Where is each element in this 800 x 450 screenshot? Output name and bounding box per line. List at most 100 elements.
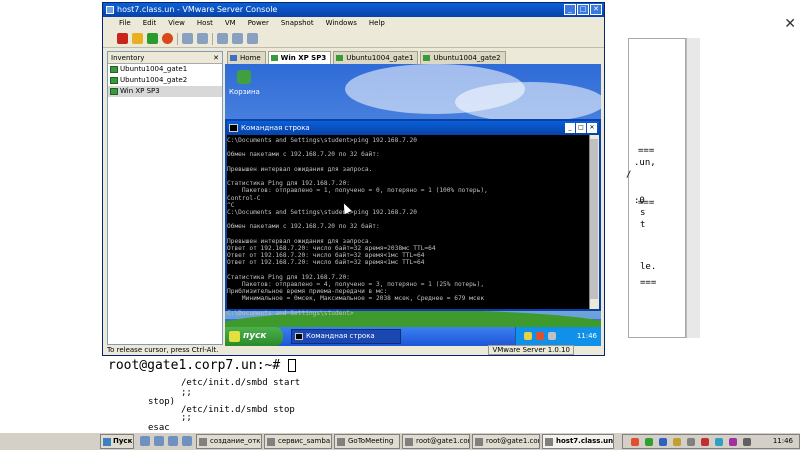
menu-host[interactable]: Host: [197, 17, 213, 30]
tray-icon[interactable]: [673, 438, 681, 446]
menu-snapshot[interactable]: Snapshot: [281, 17, 314, 30]
cmd-line: Превышен интервал ожидания для запроса.: [227, 237, 373, 245]
side-fragment: t: [640, 220, 646, 230]
snapshot-icon[interactable]: [182, 33, 193, 44]
window-icon: [545, 438, 553, 446]
tray-icon[interactable]: [631, 438, 639, 446]
guest-tray: 11:46: [515, 327, 601, 346]
power-off-icon[interactable]: [117, 33, 128, 44]
tray-icon[interactable]: [729, 438, 737, 446]
desktop-icon[interactable]: [154, 436, 164, 446]
host-task-button[interactable]: root@gate1.cor...: [472, 434, 540, 449]
status-hint: To release cursor, press Ctrl-Alt.: [107, 346, 219, 354]
script-line: /etc/init.d/smbd stop: [181, 405, 295, 415]
menu-windows[interactable]: Windows: [326, 17, 357, 30]
host-task-button[interactable]: создание_отк...: [196, 434, 262, 449]
inventory-item-gate2[interactable]: Ubuntu1004_gate2: [108, 75, 222, 86]
side-fragment: s: [640, 208, 646, 218]
menu-view[interactable]: View: [168, 17, 185, 30]
power-on-icon[interactable]: [147, 33, 158, 44]
vmware-window: host7.class.un - VMware Server Console _…: [102, 2, 605, 356]
guest-start-button[interactable]: пуск: [225, 327, 283, 346]
window-icon: [475, 438, 483, 446]
close-icon[interactable]: ✕: [590, 4, 602, 15]
tray-icon[interactable]: [715, 438, 723, 446]
menu-vm[interactable]: VM: [225, 17, 236, 30]
menu-edit[interactable]: Edit: [143, 17, 157, 30]
cmd-titlebar[interactable]: Командная строка _ □ ✕: [227, 121, 599, 135]
vm-icon: [423, 55, 431, 61]
tab-home[interactable]: Home: [227, 51, 266, 64]
guest-task-cmd[interactable]: Командная строка: [291, 329, 401, 344]
revert-icon[interactable]: [197, 33, 208, 44]
cmd-output[interactable]: C:\Documents and Settings\student>ping 1…: [227, 135, 599, 317]
tab-gate2[interactable]: Ubuntu1004_gate2: [420, 51, 506, 64]
inventory-item-winxp[interactable]: Win XP SP3: [108, 86, 222, 97]
cmd-line: C:\Documents and Settings\student>: [227, 309, 354, 317]
guest-taskbar: пуск Командная строка EN 11:46: [225, 327, 601, 346]
tray-icon[interactable]: [687, 438, 695, 446]
recycle-bin-icon[interactable]: [237, 70, 251, 84]
tab-gate1[interactable]: Ubuntu1004_gate1: [333, 51, 419, 64]
menu-help[interactable]: Help: [369, 17, 385, 30]
script-line: ;;: [181, 388, 192, 398]
vm-icon: [110, 88, 118, 95]
home-icon: [230, 55, 237, 61]
guest-clock: 11:46: [576, 332, 597, 340]
window-icon: [267, 438, 275, 446]
inventory-toggle-icon[interactable]: [217, 33, 228, 44]
inventory-close-icon[interactable]: ✕: [213, 52, 219, 64]
vmware-statusbar: To release cursor, press Ctrl-Alt. VMwar…: [103, 345, 604, 356]
side-fragment: :0: [634, 196, 645, 206]
ie-icon[interactable]: [140, 436, 150, 446]
menu-file[interactable]: File: [119, 17, 131, 30]
quick-switch-icon[interactable]: [247, 33, 258, 44]
reset-icon[interactable]: [162, 33, 173, 44]
vmware-titlebar[interactable]: host7.class.un - VMware Server Console _…: [103, 3, 604, 17]
cmd-minimize-icon[interactable]: _: [565, 123, 575, 133]
minimize-icon[interactable]: _: [564, 4, 576, 15]
media-icon[interactable]: [168, 436, 178, 446]
cmd-line: C:\Documents and Settings\student>ping 1…: [227, 209, 417, 217]
guest-screen[interactable]: Корзина Командная строка _ □ ✕ C:\Docume…: [225, 64, 601, 346]
cmd-text: C:\Documents and Settings\student>ping 1…: [227, 137, 589, 317]
cmd-window[interactable]: Командная строка _ □ ✕ C:\Documents and …: [225, 119, 601, 317]
vm-icon: [110, 66, 118, 73]
tray-icon[interactable]: [701, 438, 709, 446]
tray-icon[interactable]: [659, 438, 667, 446]
host-task-button[interactable]: GoToMeeting: [334, 434, 400, 449]
inventory-header: Inventory ✕: [108, 52, 222, 64]
network-icon[interactable]: [536, 332, 544, 340]
maximize-icon[interactable]: □: [577, 4, 589, 15]
host-scrollbar[interactable]: [686, 38, 700, 338]
status-version: VMware Server 1.0.10: [488, 345, 574, 355]
shield-icon[interactable]: [524, 332, 532, 340]
cmd-icon: [229, 124, 238, 132]
host-start-button[interactable]: Пуск: [100, 434, 134, 449]
menu-power[interactable]: Power: [248, 17, 269, 30]
host-task-button-active[interactable]: host7.class.un...: [542, 434, 614, 449]
cmd-scrollbar[interactable]: [589, 135, 599, 309]
host-close-icon[interactable]: ✕: [784, 16, 796, 32]
cmd-line: [227, 267, 589, 274]
volume-icon[interactable]: [548, 332, 556, 340]
cmd-line: Обмен пакетами с 192.168.7.20 по 32 байт…: [227, 223, 380, 231]
vm-tabs: Home Win XP SP3 Ubuntu1004_gate1 Ubuntu1…: [225, 51, 603, 64]
tab-winxp[interactable]: Win XP SP3: [267, 51, 332, 64]
suspend-icon[interactable]: [132, 33, 143, 44]
cmd-line: [227, 231, 589, 238]
script-line: ;;: [181, 413, 192, 423]
host-task-button[interactable]: сервис_samba ...: [264, 434, 332, 449]
quicklaunch-icon[interactable]: [182, 436, 192, 446]
host-taskbar: Пуск создание_отк... сервис_samba ... Go…: [0, 432, 800, 450]
host-prompt[interactable]: root@gate1.corp7.un:~#: [108, 358, 297, 373]
side-fragment: ===: [640, 278, 657, 288]
inventory-item-gate1[interactable]: Ubuntu1004_gate1: [108, 64, 222, 75]
tray-icon[interactable]: [645, 438, 653, 446]
cmd-maximize-icon[interactable]: □: [576, 123, 586, 133]
volume-icon[interactable]: [743, 438, 751, 446]
cmd-scroll-thumb[interactable]: [590, 139, 598, 299]
fullscreen-icon[interactable]: [232, 33, 243, 44]
cmd-close-icon[interactable]: ✕: [587, 123, 597, 133]
host-task-button[interactable]: root@gate1.cor...: [402, 434, 470, 449]
